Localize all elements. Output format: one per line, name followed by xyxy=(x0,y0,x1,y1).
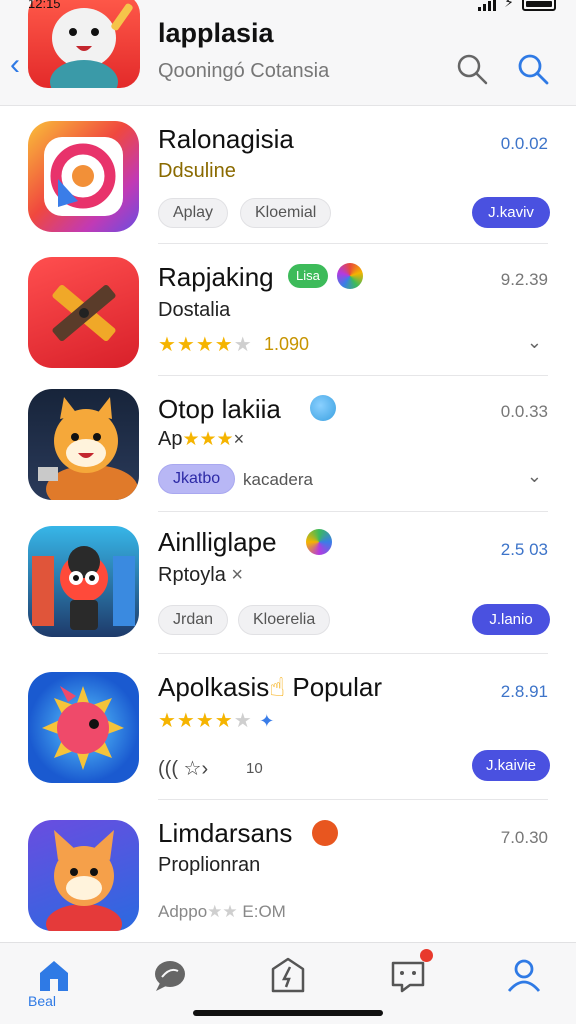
search-icon[interactable] xyxy=(516,52,550,86)
tag-chip[interactable]: Kloerelia xyxy=(238,605,331,635)
app-subtitle-text: Rptoyla xyxy=(158,564,226,586)
list-item[interactable]: Ainlliglape Rptoyla × 2.5 03 Jrdan Kloer… xyxy=(0,512,576,654)
app-subtitle: Ap★★★× xyxy=(158,428,244,451)
compass-icon[interactable] xyxy=(268,955,308,995)
star-rating: ★★★ xyxy=(182,429,234,450)
close-icon: × xyxy=(231,564,244,586)
get-button[interactable]: J.kaviv xyxy=(472,197,550,228)
app-icon[interactable] xyxy=(28,257,139,368)
tag-chip[interactable]: Aplay xyxy=(158,198,229,228)
chat-icon[interactable] xyxy=(150,955,190,995)
app-subtitle: Dostalia xyxy=(158,299,231,321)
developer-text: Adppo★★ E:OM xyxy=(158,902,286,922)
status-time: 12:15 xyxy=(28,0,61,11)
close-icon: × xyxy=(233,429,245,449)
developer-name: Adppo xyxy=(158,902,208,921)
status-bar: 12:15 ⚡ xyxy=(0,0,576,14)
developer-text: kacadera xyxy=(243,470,313,489)
wifi-icon: ⚡ xyxy=(504,0,514,10)
status-dot-icon xyxy=(310,395,336,421)
status-dot-icon xyxy=(312,820,338,846)
app-version: 0.0.33 xyxy=(500,402,548,421)
tab-bar: Beal xyxy=(0,942,576,1024)
home-icon[interactable] xyxy=(34,955,74,995)
app-name: Limdarsans xyxy=(158,818,293,848)
get-button[interactable]: J.kaivie xyxy=(472,750,550,781)
rating-count: 1.090 xyxy=(264,334,310,354)
app-version: 9.2.39 xyxy=(500,270,548,289)
tab-home-label[interactable]: Beal xyxy=(28,993,56,1009)
list-item[interactable]: Rapjaking Lisa Dostalia 9.2.39 ★★★★★ 1.0… xyxy=(0,244,576,376)
star-rating: ★★★★★ ✦ xyxy=(158,710,276,732)
app-subtitle: Ddsuline xyxy=(158,160,236,182)
app-name: Apolkasis☝ Popular xyxy=(158,672,382,703)
app-icon[interactable] xyxy=(28,526,139,637)
star-rating: ★★★★★ xyxy=(158,334,253,356)
list-item[interactable]: Otop lakiia Ap★★★× 0.0.33 Jkatbo kacader… xyxy=(0,376,576,512)
star-rating: ★★ xyxy=(207,902,238,921)
size-text: E:OM xyxy=(242,902,286,921)
app-name: Rapjaking xyxy=(158,262,274,292)
signal-icon xyxy=(478,0,497,11)
chevron-down-icon[interactable]: ⌄ xyxy=(527,466,542,487)
list-item[interactable]: Limdarsans Proplionran 7.0.30 Adppo★★ E:… xyxy=(0,800,576,942)
search-icon[interactable] xyxy=(455,52,489,86)
inbox-icon[interactable] xyxy=(388,955,428,995)
app-subtitle-text: Ap xyxy=(158,428,183,450)
tag-chip[interactable]: Jrdan xyxy=(158,605,229,635)
status-indicators: ⚡ xyxy=(478,0,556,11)
list-item[interactable]: Apolkasis☝ Popular ★★★★★ ✦ ((( ☆› 10 2.8… xyxy=(0,654,576,800)
get-button[interactable]: J.lanio xyxy=(472,604,550,635)
app-icon[interactable] xyxy=(28,121,139,232)
tag-chip[interactable]: Jkatbo xyxy=(158,464,236,494)
app-name: Otop lakiia xyxy=(158,394,281,424)
play-badge-icon xyxy=(306,529,332,555)
color-wheel-icon xyxy=(337,263,363,289)
chevron-left-icon[interactable]: ‹ xyxy=(10,50,20,80)
notification-badge xyxy=(420,949,433,962)
tag-chip[interactable]: Kloemial xyxy=(240,198,332,228)
app-icon[interactable] xyxy=(28,820,139,931)
app-subtitle: Rptoyla × xyxy=(158,564,243,587)
app-version: 2.5 03 xyxy=(500,540,548,559)
page-title: lapplasia xyxy=(158,18,274,48)
app-header: ‹ lapplasia Qooningó Cotansia xyxy=(0,0,576,106)
home-indicator xyxy=(193,1010,383,1016)
chevron-down-icon[interactable]: ⌄ xyxy=(527,332,542,353)
app-version: 7.0.30 xyxy=(500,828,548,847)
app-icon[interactable] xyxy=(28,672,139,783)
download-count: 10 xyxy=(246,760,263,777)
status-badge: Lisa xyxy=(288,264,328,288)
popular-label: Popular xyxy=(292,672,382,702)
signal-waves-icon: ((( ☆› xyxy=(158,758,209,780)
app-name-text: Apolkasis xyxy=(158,672,270,702)
hand-icon: ☝ xyxy=(269,672,286,702)
app-name: Ralonagisia xyxy=(158,124,294,154)
battery-icon xyxy=(522,0,556,11)
app-icon[interactable] xyxy=(28,389,139,500)
app-name: Ainlliglape xyxy=(158,527,277,557)
page-subtitle: Qooningó Cotansia xyxy=(158,60,330,82)
app-version: 0.0.02 xyxy=(500,134,548,153)
profile-icon[interactable] xyxy=(504,955,544,995)
list-item[interactable]: Ralonagisia Ddsuline 0.0.02 Aplay Kloemi… xyxy=(0,106,576,244)
app-subtitle: Proplionran xyxy=(158,854,261,876)
app-version: 2.8.91 xyxy=(500,682,548,701)
